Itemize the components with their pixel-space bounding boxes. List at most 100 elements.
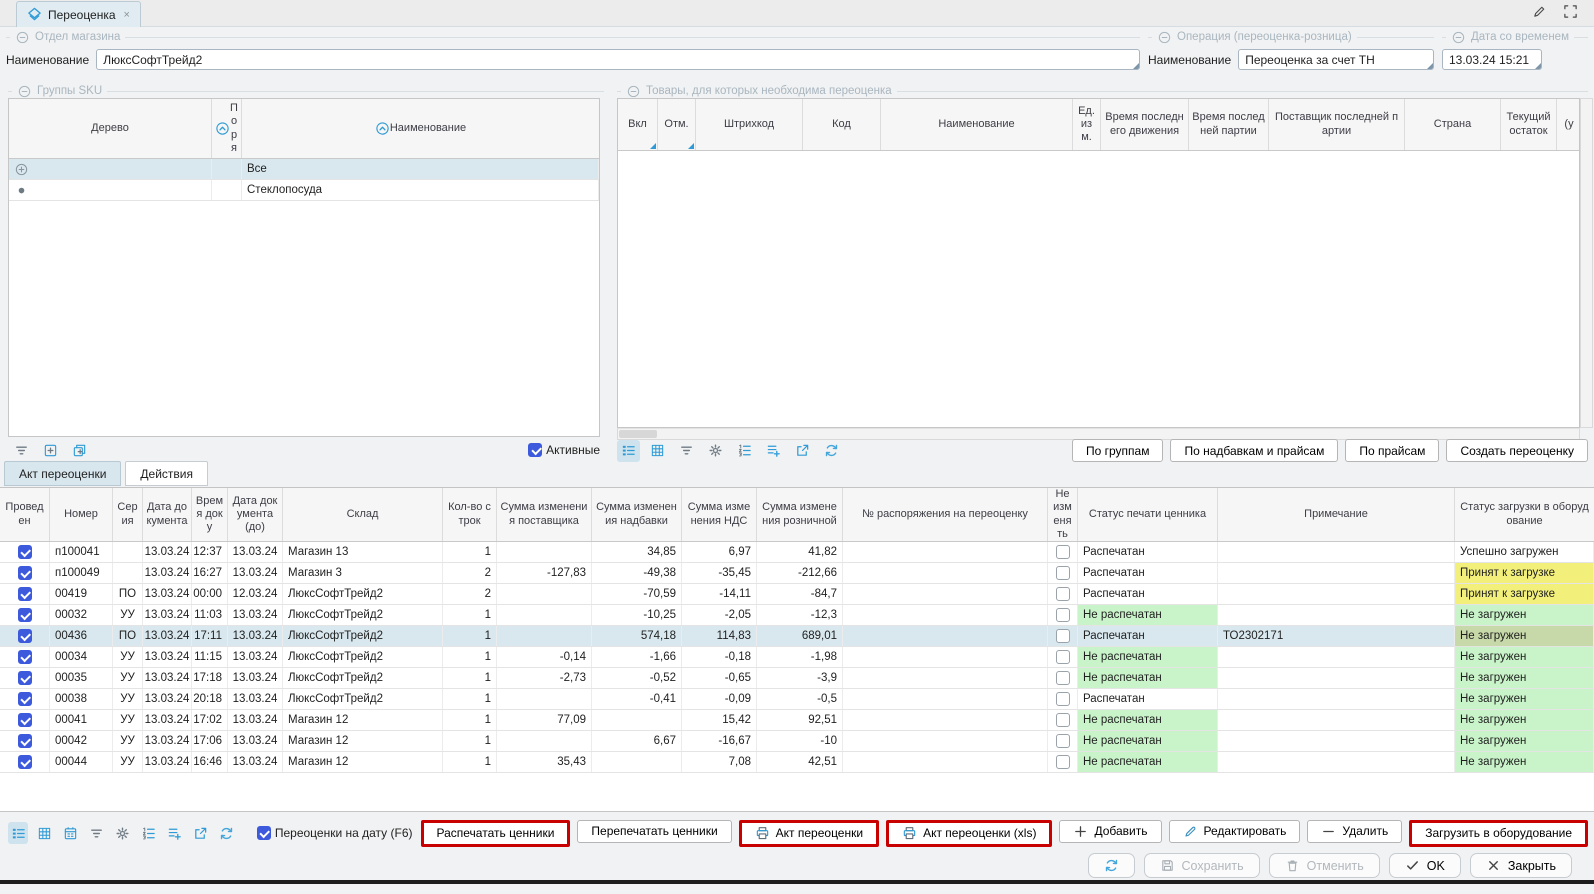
export-button[interactable] [791,440,814,462]
acts-button[interactable]: Удалить [1307,820,1402,843]
filter-button[interactable] [675,440,698,462]
no-change-checkbox[interactable] [1056,566,1070,580]
acts-table-row[interactable]: 00032УУ13.03.2411:0313.03.24ЛюксСофтТрей… [0,605,1594,626]
column-header-products[interactable]: Отм. [658,99,696,150]
column-header-sku-order[interactable]: Поря [212,99,242,158]
revaluation-date-checkbox[interactable]: Переоценки на дату (F6) [257,826,413,840]
refresh-button[interactable] [1088,853,1135,878]
box-plus-button[interactable] [39,439,62,461]
tab-close-icon[interactable]: × [124,9,130,21]
column-header-products[interactable]: Текущий остаток [1501,99,1557,150]
grid-button[interactable] [646,440,669,462]
no-change-checkbox[interactable] [1056,587,1070,601]
column-header-acts[interactable]: Дата документа (до) [228,488,283,541]
no-change-checkbox[interactable] [1056,713,1070,727]
row-done-checkbox[interactable] [18,545,32,559]
numlist-button[interactable] [733,440,756,462]
no-change-checkbox[interactable] [1056,650,1070,664]
column-header-acts[interactable]: Номер [50,488,113,541]
column-header-products[interactable]: Код [803,99,881,150]
acts-table-row[interactable]: 00042УУ13.03.2417:0613.03.24Магазин 1216… [0,731,1594,752]
collapse-icon[interactable] [17,84,32,99]
row-done-checkbox[interactable] [18,587,32,601]
listadd-button[interactable] [762,440,785,462]
datetime-input[interactable]: 13.03.24 15:21 [1442,49,1542,70]
column-header-acts[interactable]: Не изменять [1048,488,1078,541]
column-header-products[interactable]: Штрихкод [696,99,803,150]
acts-button[interactable]: Акт переоценки (xls) [886,820,1052,847]
acts-table-row[interactable]: 00034УУ13.03.2411:1513.03.24ЛюксСофтТрей… [0,647,1594,668]
acts-table-row[interactable]: 00035УУ13.03.2417:1813.03.24ЛюксСофтТрей… [0,668,1594,689]
acts-table-row[interactable]: 00041УУ13.03.2417:0213.03.24Магазин 1217… [0,710,1594,731]
row-done-checkbox[interactable] [18,734,32,748]
fullscreen-icon[interactable] [1563,4,1578,19]
row-done-checkbox[interactable] [18,629,32,643]
acts-button[interactable]: Перепечатать ценники [577,820,731,843]
vertical-scrollbar[interactable] [1580,98,1593,428]
products-action-button[interactable]: По прайсам [1345,439,1439,462]
doc-tab-active[interactable]: Акт переоценки [4,461,121,486]
doc-tab-inactive[interactable]: Действия [125,461,208,486]
scrollbar-thumb[interactable] [619,430,657,438]
column-header-acts[interactable]: Сумма изменения надбавки [592,488,682,541]
no-change-checkbox[interactable] [1056,608,1070,622]
acts-table-row[interactable]: 00419ПО13.03.2400:0012.03.24ЛюксСофтТрей… [0,584,1594,605]
products-action-button[interactable]: По группам [1072,439,1163,462]
column-header-acts[interactable]: Сумма изменения розничной [757,488,843,541]
refresh-button[interactable] [820,440,843,462]
column-header-products[interactable]: Время последней партии [1189,99,1269,150]
column-header-products[interactable]: Время последнего движения [1101,99,1189,150]
sku-tree-row[interactable]: Все [9,159,599,180]
grid-button[interactable] [34,822,54,844]
acts-table-row[interactable]: 00038УУ13.03.2420:1813.03.24ЛюксСофтТрей… [0,689,1594,710]
active-checkbox[interactable] [528,443,542,457]
filter-button[interactable] [86,822,106,844]
list-button[interactable] [617,440,640,462]
no-change-checkbox[interactable] [1056,734,1070,748]
filter-button[interactable] [10,439,33,461]
column-header-products[interactable]: Ед. изм. [1073,99,1101,150]
acts-table-row[interactable]: п10004913.03.2416:2713.03.24Магазин 32-1… [0,563,1594,584]
row-done-checkbox[interactable] [18,566,32,580]
active-filter-checkbox[interactable]: Активные [528,443,600,457]
column-header-sku-name[interactable]: Наименование [242,99,599,158]
column-header-acts[interactable]: Статус загрузки в оборудование [1455,488,1594,541]
acts-table-row[interactable]: п10004113.03.2412:3713.03.24Магазин 1313… [0,542,1594,563]
acts-button[interactable]: Загрузить в оборудование [1409,820,1588,847]
column-header-acts[interactable]: Сумма изменения НДС [682,488,757,541]
acts-table-row[interactable]: 00044УУ13.03.2416:4613.03.24Магазин 1213… [0,752,1594,773]
export-button[interactable] [191,822,211,844]
acts-button[interactable]: Акт переоценки [739,820,879,847]
column-header-acts[interactable]: Серия [113,488,143,541]
save-button[interactable]: Сохранить [1144,853,1260,878]
cancel-button[interactable]: Отменить [1269,853,1380,878]
no-change-checkbox[interactable] [1056,545,1070,559]
column-header-acts[interactable]: Примечание [1218,488,1455,541]
no-change-checkbox[interactable] [1056,692,1070,706]
listadd-button[interactable] [165,822,185,844]
row-done-checkbox[interactable] [18,692,32,706]
acts-table-row[interactable]: 00436ПО13.03.2417:1113.03.24ЛюксСофтТрей… [0,626,1594,647]
store-name-input[interactable]: ЛюксСофтТрейд2 [96,49,1140,70]
column-header-acts[interactable]: Дата документа [143,488,192,541]
no-change-checkbox[interactable] [1056,629,1070,643]
products-action-button[interactable]: Создать переоценку [1446,439,1588,462]
tab-pereocenka[interactable]: Переоценка × [16,1,141,27]
calendar-button[interactable] [60,822,80,844]
refresh-button[interactable] [217,822,237,844]
column-header-acts[interactable]: Статус печати ценника [1078,488,1218,541]
column-header-sku-tree[interactable]: Дерево [9,99,212,158]
gear-button[interactable] [704,440,727,462]
collapse-icon[interactable] [626,84,641,99]
column-header-acts[interactable]: Проведен [0,488,50,541]
sku-tree-row[interactable]: Стеклопосуда [9,180,599,201]
row-done-checkbox[interactable] [18,608,32,622]
collapse-icon[interactable] [15,30,30,45]
date-filter-checkbox[interactable] [257,826,271,840]
column-header-products[interactable]: Поставщик последней партии [1269,99,1405,150]
column-header-acts[interactable]: Склад [283,488,443,541]
column-header-acts[interactable]: № распоряжения на переоценку [843,488,1048,541]
column-header-products[interactable]: Наименование [881,99,1073,150]
operation-name-input[interactable]: Переоценка за счет ТН [1238,49,1434,70]
numlist-button[interactable] [138,822,158,844]
